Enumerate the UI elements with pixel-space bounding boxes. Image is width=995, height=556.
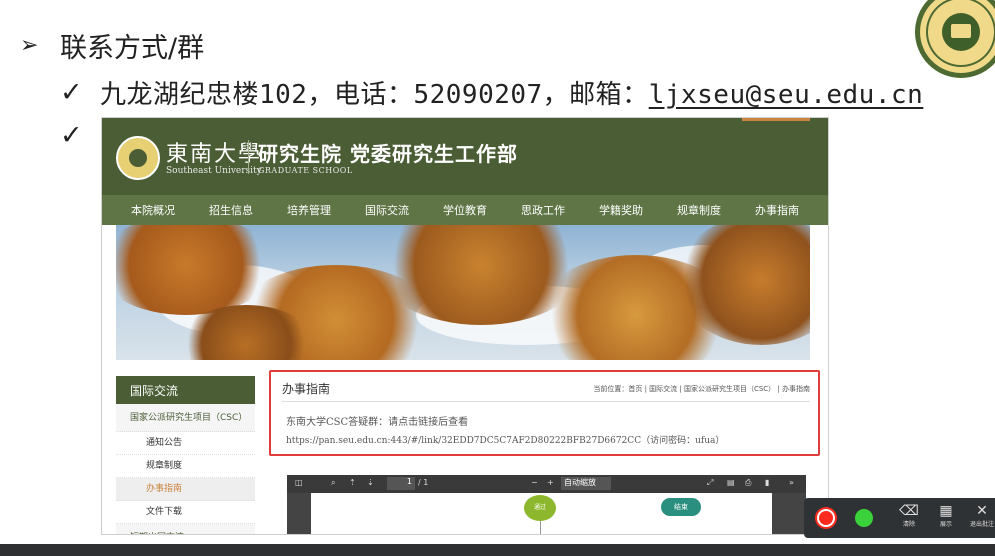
sidebar-item-short-term[interactable]: 短期出国交流: [116, 524, 255, 534]
exit-annotation-tool[interactable]: ✕ 退出批注: [967, 502, 995, 530]
slide-heading: 联系方式/群: [60, 33, 205, 64]
sidebar-title: 国际交流: [116, 376, 255, 404]
sidebar: 国际交流 国家公派研究生项目（CSC） 通知公告 规章制度 办事指南 文件下载 …: [116, 376, 255, 534]
fullscreen-icon[interactable]: ⤢: [707, 478, 713, 488]
zoom-select[interactable]: 自动缩放: [561, 477, 611, 490]
flow-node-pass: 通过: [524, 495, 556, 521]
orange-accent: [742, 118, 810, 121]
page-total: / 1: [418, 478, 429, 487]
contact-bullet: ✓ 九龙湖纪忠楼102，电话：52090207，邮箱：ljxseu@seu.ed…: [60, 74, 923, 111]
arrow-bullet-icon: ➢: [20, 33, 39, 58]
nav-item[interactable]: 培养管理: [287, 202, 331, 218]
nav-item[interactable]: 招生信息: [209, 202, 253, 218]
check-bullet-icon: ✓: [60, 120, 83, 151]
flow-node-end: 结束: [661, 498, 701, 516]
nav-item[interactable]: 思政工作: [521, 202, 565, 218]
site-nav: 本院概况 招生信息 培养管理 国际交流 学位教育 思政工作 学籍奖助 规章制度 …: [102, 195, 828, 225]
eraser-tool[interactable]: ⌫ 清除: [894, 502, 924, 530]
contact-prefix: 九龙湖纪忠楼102，电话：52090207，邮箱：: [100, 80, 649, 110]
next-page-icon[interactable]: ⇣: [367, 478, 374, 487]
seu-corner-logo: [915, 0, 995, 78]
sidebar-item-notices[interactable]: 通知公告: [116, 432, 255, 455]
zoom-out-icon[interactable]: −: [531, 478, 538, 487]
sidebar-item-csc[interactable]: 国家公派研究生项目（CSC）: [116, 404, 255, 432]
nav-item[interactable]: 本院概况: [131, 202, 175, 218]
zoom-in-icon[interactable]: +: [547, 478, 554, 487]
sidebar-item-downloads[interactable]: 文件下载: [116, 501, 255, 524]
red-highlight-box: [269, 370, 820, 456]
pdf-page: 通过 结束: [299, 493, 784, 534]
nav-item[interactable]: 国际交流: [365, 202, 409, 218]
print-icon[interactable]: ⎙: [745, 478, 751, 488]
more-tools-icon[interactable]: »: [789, 478, 794, 487]
page-number-input[interactable]: 1: [387, 477, 415, 490]
site-header: 東南大學 Southeast University 研究生院 党委研究生工作部 …: [102, 118, 828, 195]
header-divider: [248, 140, 249, 174]
sidebar-toggle-icon[interactable]: ◫: [295, 478, 303, 487]
school-name-cn: 研究生院 党委研究生工作部: [258, 142, 518, 166]
library-icon: [942, 13, 980, 51]
prev-page-icon[interactable]: ⇡: [349, 478, 356, 487]
taskbar-strip: [0, 544, 995, 556]
nav-item[interactable]: 学籍奖助: [599, 202, 643, 218]
school-name-en: GRADUATE SCHOOL: [258, 166, 353, 175]
pdf-toolbar: ◫ ⌕ ⇡ ⇣ 1 / 1 − + 自动缩放 ⤢ ▤ ⎙ ▮ »: [287, 475, 806, 493]
present-tool[interactable]: ▦ 展示: [931, 502, 961, 530]
grid-icon: ▦: [939, 503, 953, 519]
sidebar-item-regulations[interactable]: 规章制度: [116, 455, 255, 478]
ginkgo-banner-image: [116, 225, 810, 360]
sidebar-item-guide[interactable]: 办事指南: [116, 478, 255, 501]
recording-toolbar: ⌫ 清除 ▦ 展示 ✕ 退出批注: [804, 498, 995, 538]
contact-info: 九龙湖纪忠楼102，电话：52090207，邮箱：ljxseu@seu.edu.…: [100, 74, 923, 111]
website-screenshot: 東南大學 Southeast University 研究生院 党委研究生工作部 …: [101, 117, 829, 535]
seu-emblem-icon: [116, 136, 160, 180]
check-bullet-icon: ✓: [60, 77, 83, 108]
nav-item[interactable]: 办事指南: [755, 202, 799, 218]
flow-connector: [540, 519, 541, 534]
screenshot-bullet: ✓: [60, 120, 100, 151]
open-file-icon[interactable]: ▤: [727, 478, 735, 487]
search-icon[interactable]: ⌕: [331, 478, 335, 488]
close-icon: ✕: [976, 503, 988, 519]
bookmark-icon[interactable]: ▮: [765, 478, 769, 487]
eraser-icon: ⌫: [899, 503, 919, 519]
nav-item[interactable]: 规章制度: [677, 202, 721, 218]
heading-bullet: ➢ 联系方式/群: [20, 26, 204, 65]
pause-button[interactable]: [855, 509, 873, 527]
record-button[interactable]: [817, 509, 835, 527]
email-link[interactable]: ljxseu@seu.edu.cn: [649, 80, 924, 110]
nav-item[interactable]: 学位教育: [443, 202, 487, 218]
